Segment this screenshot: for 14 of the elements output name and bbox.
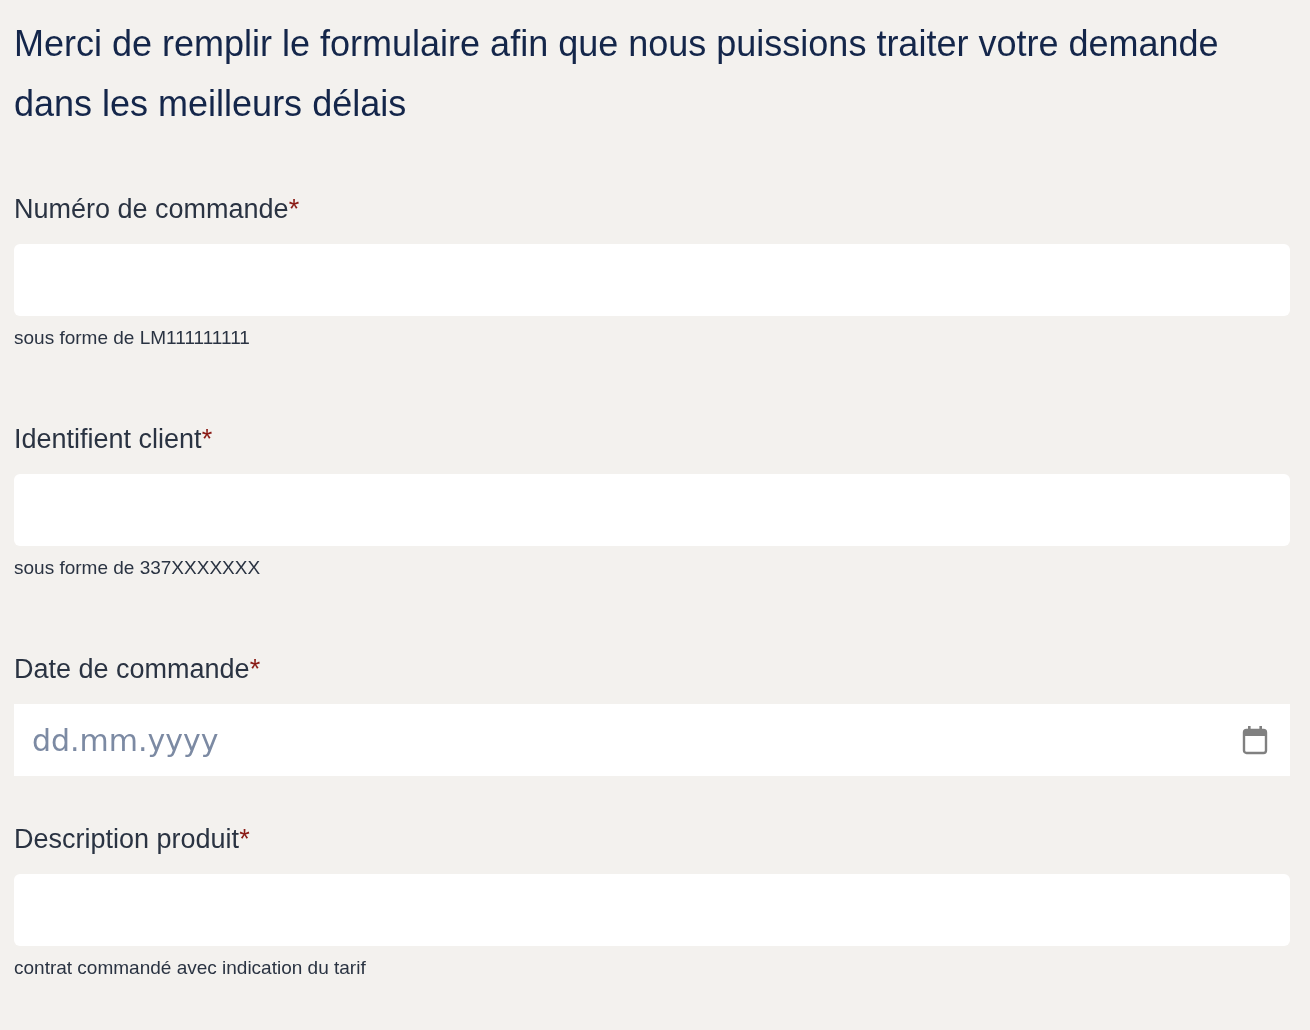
- required-mark: *: [249, 653, 261, 686]
- calendar-icon[interactable]: [1242, 725, 1268, 755]
- required-mark: *: [288, 193, 300, 226]
- required-mark: *: [201, 423, 213, 456]
- field-label: Numéro de commande: [14, 193, 289, 226]
- field-hint: sous forme de LM111111111: [14, 326, 251, 350]
- field-label: Description produit: [14, 823, 240, 856]
- required-mark: *: [239, 823, 250, 856]
- form-heading: Merci de remplir le formulaire afin que nous puissions traiter votre demande dans les meilleurs délais: [14, 22, 1220, 126]
- field-label: Identifient client: [14, 423, 202, 456]
- field-label: Date de commande: [14, 653, 250, 686]
- field-hint: contrat commandé avec indication du tarif: [14, 956, 367, 980]
- field-hint: sous forme de 337XXXXXXX: [14, 556, 262, 580]
- date-field[interactable]: dd.mm.yyyy: [14, 704, 1290, 776]
